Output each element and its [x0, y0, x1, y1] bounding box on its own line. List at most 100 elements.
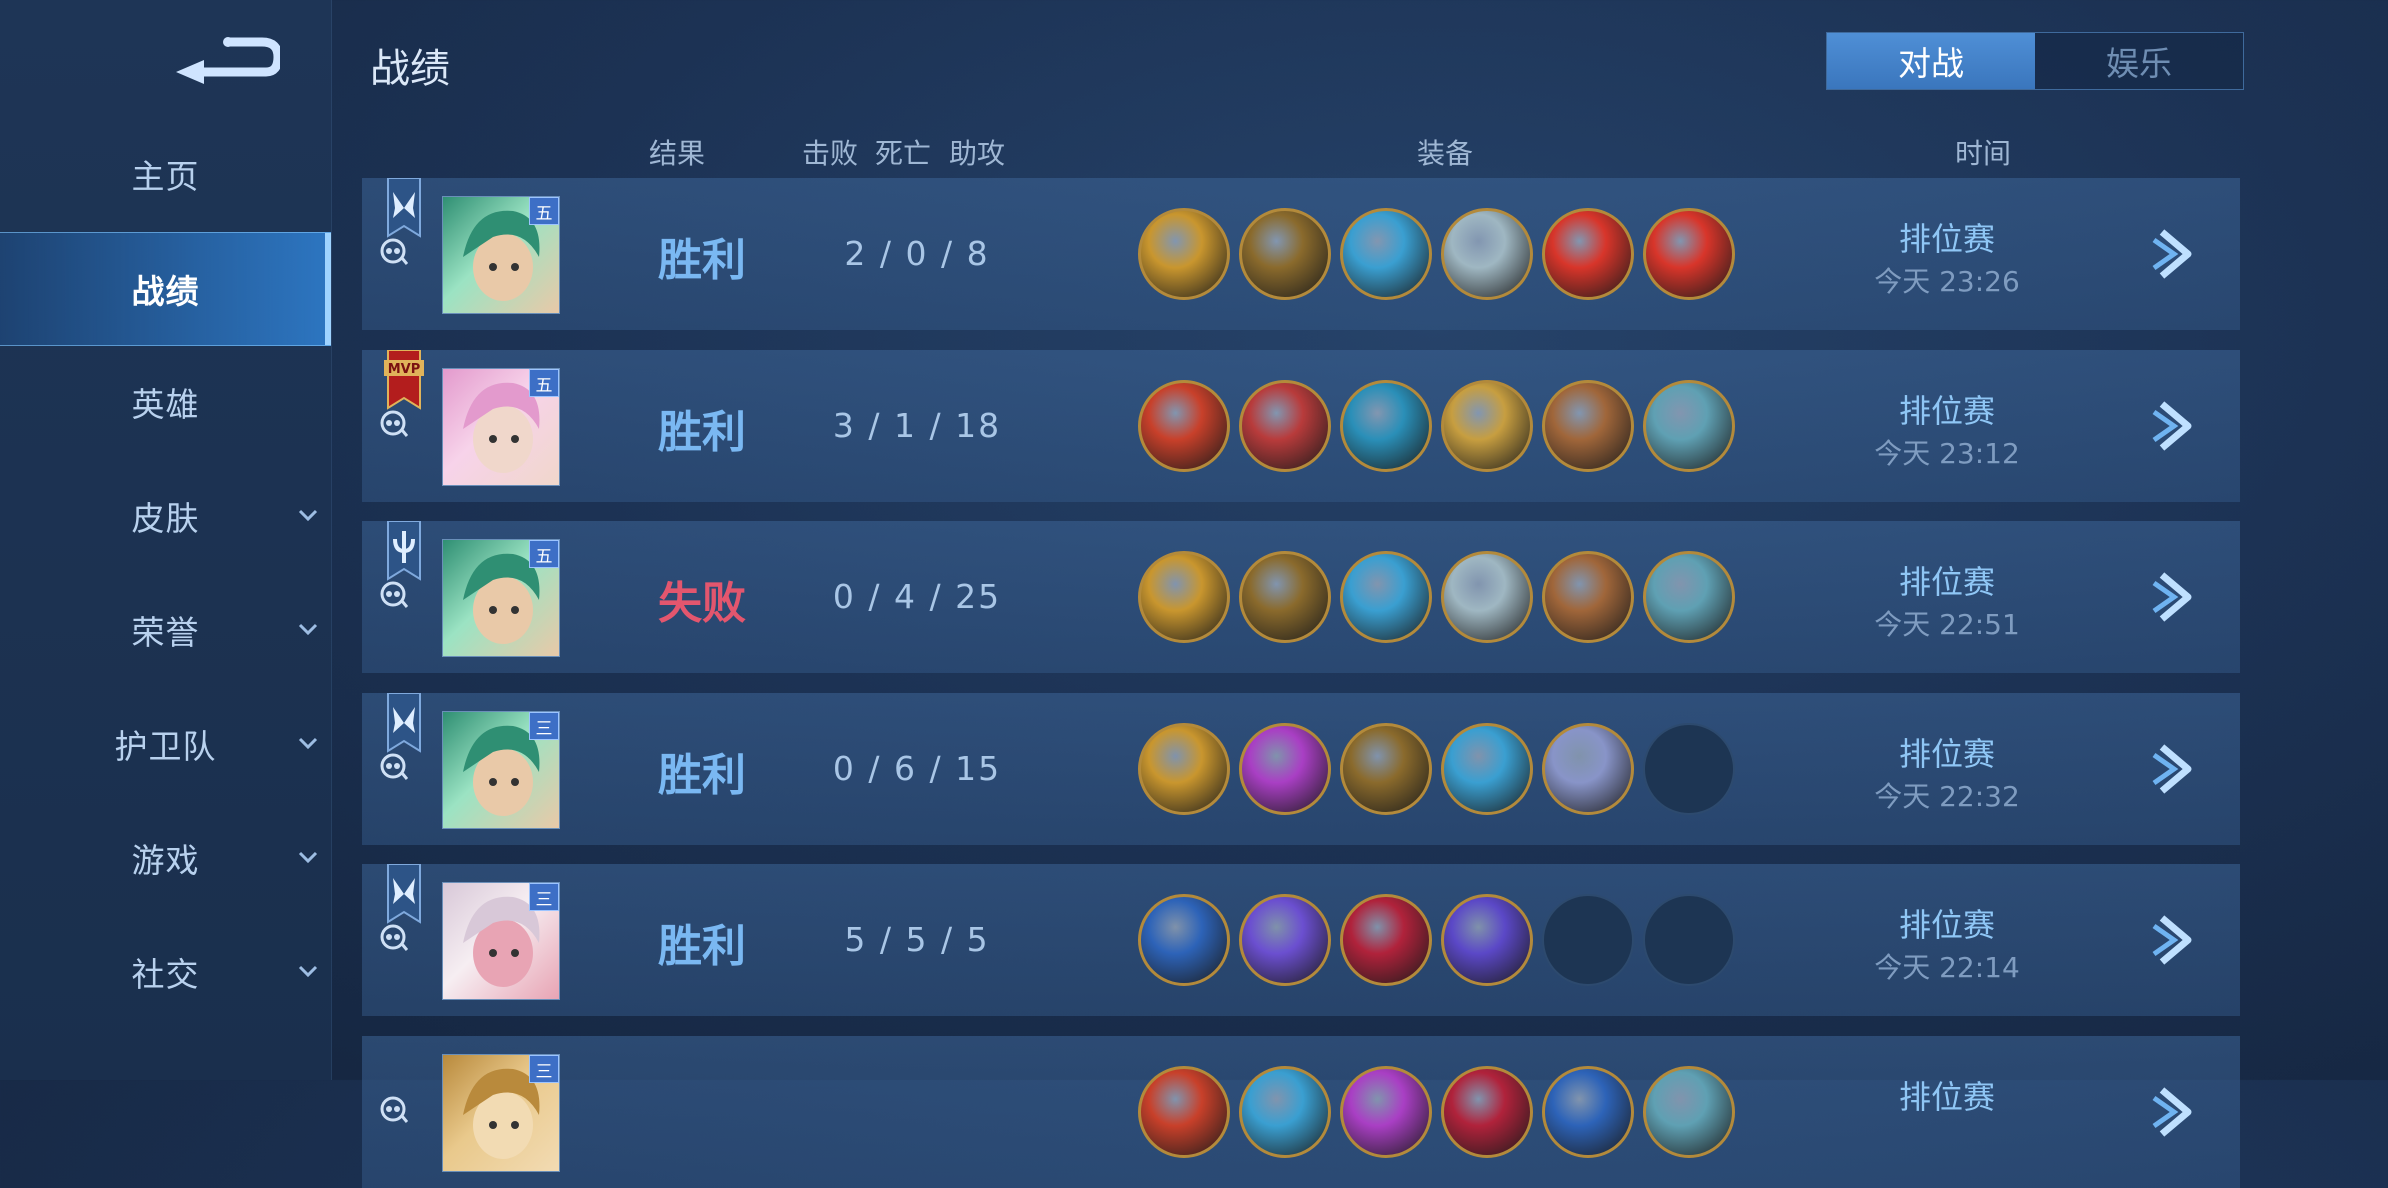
empty-item-slot [1643, 723, 1735, 815]
replay-icon[interactable] [378, 236, 408, 266]
sidebar-item-2[interactable]: 英雄 [0, 346, 331, 458]
equipment-item-icon[interactable] [1138, 208, 1230, 300]
sidebar-item-4[interactable]: 荣誉 [0, 574, 331, 686]
column-header-kills: 击败 [802, 137, 859, 170]
replay-icon[interactable] [378, 1094, 408, 1124]
sidebar-item-label: 战绩 [131, 272, 200, 311]
sidebar: 主页战绩英雄皮肤荣誉护卫队 游戏社交 [0, 0, 332, 1080]
replay-icon[interactable] [378, 579, 408, 609]
rank-badge: 三 [529, 712, 559, 740]
chevron-right-icon[interactable] [2152, 571, 2202, 623]
equipment-item-icon[interactable] [1239, 380, 1331, 472]
hero-avatar: 五 [442, 368, 560, 486]
kda-stats: 5 / 5 / 5 [844, 920, 990, 959]
chevron-right-icon[interactable] [2152, 1086, 2202, 1138]
column-header-assists: 助攻 [949, 137, 1006, 170]
equipment-item-icon[interactable] [1441, 894, 1533, 986]
butterfly-icon [387, 864, 421, 924]
equipment-item-icon[interactable] [1542, 208, 1634, 300]
kda-stats: 3 / 1 / 18 [832, 406, 1002, 445]
match-result: 失败 [658, 578, 746, 629]
chevron-right-icon[interactable] [2152, 914, 2202, 966]
match-row[interactable]: MVP 五胜利 3 / 1 / 18 排位赛 今天 23:12 [362, 350, 2240, 502]
equipment-item-icon[interactable] [1340, 208, 1432, 300]
kda-stats: 0 / 4 / 25 [832, 577, 1002, 616]
equipment-item-icon[interactable] [1138, 894, 1230, 986]
sidebar-item-label: 英雄 [131, 385, 200, 424]
equipment-list [1138, 208, 1744, 300]
equipment-item-icon[interactable] [1441, 208, 1533, 300]
match-row[interactable]: 五胜利 2 / 0 / 8 排位赛 今天 23:26 [362, 178, 2240, 330]
equipment-item-icon[interactable] [1542, 551, 1634, 643]
sidebar-item-3[interactable]: 皮肤 [0, 460, 331, 572]
equipment-item-icon[interactable] [1340, 894, 1432, 986]
sidebar-item-0[interactable]: 主页 [0, 118, 331, 230]
match-row[interactable]: 三排位赛 [362, 1036, 2240, 1188]
equipment-item-icon[interactable] [1340, 723, 1432, 815]
equipment-item-icon[interactable] [1441, 380, 1533, 472]
empty-item-slot [1643, 894, 1735, 986]
mvp-icon: MVP [384, 350, 424, 410]
sidebar-item-6[interactable]: 游戏 [0, 802, 331, 914]
equipment-item-icon[interactable] [1239, 208, 1331, 300]
match-result: 胜利 [658, 407, 746, 458]
chevron-down-icon [298, 965, 318, 978]
empty-item-slot [1542, 894, 1634, 986]
equipment-item-icon[interactable] [1239, 894, 1331, 986]
sidebar-item-label: 社交 [131, 955, 200, 994]
sidebar-item-1[interactable]: 战绩 [0, 232, 331, 346]
equipment-item-icon[interactable] [1340, 551, 1432, 643]
column-header-equipment: 装备 [1417, 137, 1474, 170]
equipment-item-icon[interactable] [1138, 551, 1230, 643]
replay-icon[interactable] [378, 751, 408, 781]
equipment-item-icon[interactable] [1643, 380, 1735, 472]
match-time: 今天 22:51 [1874, 608, 2020, 641]
match-time: 今天 23:12 [1874, 437, 2020, 470]
butterfly-icon [387, 178, 421, 238]
replay-icon[interactable] [378, 408, 408, 438]
equipment-item-icon[interactable] [1239, 551, 1331, 643]
match-row[interactable]: 三胜利 5 / 5 / 5 排位赛 今天 22:14 [362, 864, 2240, 1016]
equipment-item-icon[interactable] [1340, 380, 1432, 472]
replay-icon[interactable] [378, 922, 408, 952]
match-time: 今天 22:32 [1874, 780, 2020, 813]
equipment-item-icon[interactable] [1643, 551, 1735, 643]
equipment-item-icon[interactable] [1542, 723, 1634, 815]
equipment-item-icon[interactable] [1542, 380, 1634, 472]
match-mode: 排位赛 [1898, 220, 1995, 258]
column-header-deaths: 死亡 [875, 137, 932, 170]
match-mode: 排位赛 [1898, 735, 1995, 773]
match-row[interactable]: 三胜利 0 / 6 / 15 排位赛 今天 22:32 [362, 693, 2240, 845]
sidebar-item-5[interactable]: 护卫队 [0, 688, 331, 800]
sidebar-item-label: 皮肤 [131, 499, 200, 538]
hero-avatar: 五 [442, 196, 560, 314]
equipment-list [1138, 723, 1744, 815]
match-result: 胜利 [658, 750, 746, 801]
equipment-item-icon[interactable] [1643, 208, 1735, 300]
match-time: 今天 23:26 [1874, 265, 2020, 298]
rank-badge: 三 [529, 1055, 559, 1083]
equipment-list [1138, 551, 1744, 643]
chevron-down-icon [298, 851, 318, 864]
sidebar-item-7[interactable]: 社交 [0, 916, 331, 1028]
active-indicator [325, 233, 331, 345]
tab-entertainment[interactable]: 娱乐 [2035, 33, 2243, 89]
match-result: 胜利 [658, 235, 746, 286]
chevron-right-icon[interactable] [2152, 228, 2202, 280]
hero-avatar: 三 [442, 1054, 560, 1172]
equipment-item-icon[interactable] [1138, 380, 1230, 472]
back-arrow-icon[interactable] [170, 30, 280, 90]
sidebar-item-label: 荣誉 [131, 613, 200, 652]
chevron-down-icon [298, 509, 318, 522]
tab-battle[interactable]: 对战 [1827, 33, 2035, 89]
chevron-right-icon[interactable] [2152, 743, 2202, 795]
equipment-item-icon[interactable] [1138, 723, 1230, 815]
butterfly-icon [387, 693, 421, 753]
equipment-item-icon[interactable] [1441, 723, 1533, 815]
rank-badge: 三 [529, 883, 559, 911]
rank-badge: 五 [529, 197, 559, 225]
match-row[interactable]: 五失败 0 / 4 / 25 排位赛 今天 22:51 [362, 521, 2240, 673]
chevron-right-icon[interactable] [2152, 400, 2202, 452]
equipment-item-icon[interactable] [1441, 551, 1533, 643]
equipment-item-icon[interactable] [1239, 723, 1331, 815]
